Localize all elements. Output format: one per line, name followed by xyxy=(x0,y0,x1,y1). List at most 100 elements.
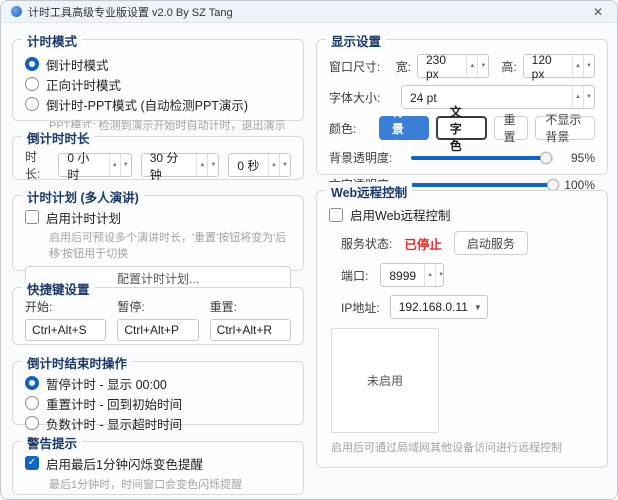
group-hotkeys: 快捷键设置 开始: 暂停: 重置: xyxy=(12,287,304,345)
text-color-button[interactable]: 文字色 xyxy=(436,116,488,140)
group-web-remote: Web远程控制 启用Web远程控制 服务状态: 已停止 启动服务 端口: 899… xyxy=(316,190,608,468)
pause-hotkey-input[interactable] xyxy=(117,319,198,341)
spin-down-icon[interactable]: ▼ xyxy=(207,154,218,176)
color-label: 颜色: xyxy=(329,120,372,137)
enable-web-remote-checkbox[interactable]: 启用Web远程控制 xyxy=(329,205,595,224)
checkbox-label: 启用Web远程控制 xyxy=(350,205,450,224)
height-stepper[interactable]: 120 px ▲▼ xyxy=(523,54,595,78)
radio-negative-at-end[interactable]: 负数计时 - 显示超时时间 xyxy=(25,413,291,433)
content-area: 计时模式 倒计时模式 正向计时模式 倒计时-PPT模式 (自动检测PPT演示) … xyxy=(1,23,617,500)
ip-address-value: 192.168.0.11 xyxy=(399,300,468,314)
radio-countdown-mode[interactable]: 倒计时模式 xyxy=(25,54,291,74)
app-icon xyxy=(11,6,22,17)
settings-window: 计时工具高级专业版设置 v2.0 By SZ Tang ✕ 计时模式 倒计时模式… xyxy=(0,0,618,500)
bg-color-button[interactable]: 背景色 xyxy=(379,116,429,140)
no-background-button[interactable]: 不显示背景 xyxy=(535,116,595,140)
seconds-stepper[interactable]: 0 秒 ▲▼ xyxy=(228,153,291,177)
window-size-label: 窗口尺寸: xyxy=(329,58,396,75)
enable-flash-checkbox[interactable]: 启用最后1分钟闪烁变色提醒 xyxy=(25,453,291,473)
radio-countup-mode[interactable]: 正向计时模式 xyxy=(25,74,291,94)
checkbox-icon[interactable] xyxy=(329,208,343,222)
close-icon[interactable]: ✕ xyxy=(589,5,607,19)
radio-pause-at-end[interactable]: 暂停计时 - 显示 00:00 xyxy=(25,373,291,393)
spin-down-icon[interactable]: ▼ xyxy=(279,154,290,176)
service-status-label: 服务状态: xyxy=(341,235,392,252)
hours-value: 0 小时 xyxy=(59,154,108,176)
text-opacity-slider[interactable] xyxy=(411,183,553,187)
warning-hint: 最后1分钟时，时间窗口会变色闪烁提醒 xyxy=(49,476,291,492)
group-title: 计时模式 xyxy=(22,31,82,50)
spin-down-icon[interactable]: ▼ xyxy=(435,264,446,286)
slider-thumb[interactable] xyxy=(547,179,559,191)
spin-down-icon[interactable]: ▼ xyxy=(583,55,594,77)
bg-opacity-slider[interactable] xyxy=(411,156,553,160)
right-column: 显示设置 窗口尺寸: 宽: 230 px ▲▼ 高: 120 px ▲▼ xyxy=(316,31,608,495)
bg-opacity-value: 95% xyxy=(557,151,595,165)
bg-opacity-label: 背景透明度: xyxy=(329,149,407,166)
radio-reset-at-end[interactable]: 重置计时 - 回到初始时间 xyxy=(25,393,291,413)
port-label: 端口: xyxy=(341,267,368,284)
spin-down-icon[interactable]: ▼ xyxy=(120,154,131,176)
slider-thumb[interactable] xyxy=(540,152,552,164)
group-title: 快捷键设置 xyxy=(22,279,95,298)
radio-ppt-mode[interactable]: 倒计时-PPT模式 (自动检测PPT演示) xyxy=(25,94,291,114)
spin-up-icon[interactable]: ▲ xyxy=(572,55,583,77)
ip-address-label: IP地址: xyxy=(341,299,380,316)
reset-hotkey-label: 重置: xyxy=(210,298,291,315)
group-title: 显示设置 xyxy=(326,31,386,50)
spin-up-icon[interactable]: ▲ xyxy=(196,154,207,176)
spin-up-icon[interactable]: ▲ xyxy=(109,154,120,176)
enable-plan-checkbox[interactable]: 启用计时计划 xyxy=(25,207,291,227)
group-warning: 警告提示 启用最后1分钟闪烁变色提醒 最后1分钟时，时间窗口会变色闪烁提醒 xyxy=(12,441,304,495)
group-countdown-duration: 倒计时时长 时长: 0 小时 ▲▼ 30 分钟 ▲▼ 0 秒 xyxy=(12,136,304,180)
spin-down-icon[interactable]: ▼ xyxy=(583,86,594,108)
radio-label: 暂停计时 - 显示 00:00 xyxy=(46,374,167,393)
group-timing-mode: 计时模式 倒计时模式 正向计时模式 倒计时-PPT模式 (自动检测PPT演示) … xyxy=(12,39,304,121)
port-stepper[interactable]: 8999 ▲▼ xyxy=(380,263,444,287)
left-column: 计时模式 倒计时模式 正向计时模式 倒计时-PPT模式 (自动检测PPT演示) … xyxy=(12,31,304,495)
start-service-button[interactable]: 启动服务 xyxy=(454,231,528,255)
spin-up-icon[interactable]: ▲ xyxy=(268,154,279,176)
qr-code-placeholder: 未启用 xyxy=(331,328,439,433)
duration-label: 时长: xyxy=(25,148,49,182)
reset-color-button[interactable]: 重置 xyxy=(494,116,528,140)
spin-up-icon[interactable]: ▲ xyxy=(424,264,435,286)
spin-up-icon[interactable]: ▲ xyxy=(572,86,583,108)
radio-icon[interactable] xyxy=(25,416,39,430)
pause-hotkey-label: 暂停: xyxy=(117,298,198,315)
radio-icon[interactable] xyxy=(25,376,39,390)
radio-icon[interactable] xyxy=(25,77,39,91)
spin-down-icon[interactable]: ▼ xyxy=(477,55,488,77)
start-hotkey-label: 开始: xyxy=(25,298,106,315)
group-timing-plan: 计时计划 (多人演讲) 启用计时计划 启用后可预设多个演讲时长，'重置'按钮将变… xyxy=(12,195,304,271)
radio-label: 正向计时模式 xyxy=(46,75,121,94)
window-title: 计时工具高级专业版设置 v2.0 By SZ Tang xyxy=(28,4,589,20)
font-size-label: 字体大小: xyxy=(329,89,401,106)
spin-up-icon[interactable]: ▲ xyxy=(466,55,477,77)
group-display-settings: 显示设置 窗口尺寸: 宽: 230 px ▲▼ 高: 120 px ▲▼ xyxy=(316,39,608,175)
qr-placeholder-text: 未启用 xyxy=(367,372,403,389)
checkbox-label: 启用计时计划 xyxy=(46,208,121,227)
checkbox-icon[interactable] xyxy=(25,456,39,470)
font-size-stepper[interactable]: 24 pt ▲▼ xyxy=(401,85,595,109)
radio-label: 负数计时 - 显示超时时间 xyxy=(46,414,182,433)
font-size-value: 24 pt xyxy=(402,86,572,108)
radio-label: 重置计时 - 回到初始时间 xyxy=(46,394,182,413)
web-remote-hint: 启用后可通过局域网其他设备访问进行远程控制 xyxy=(329,433,595,459)
width-label: 宽: xyxy=(396,58,411,75)
checkbox-icon[interactable] xyxy=(25,210,39,224)
radio-label: 倒计时-PPT模式 (自动检测PPT演示) xyxy=(46,95,248,114)
start-hotkey-input[interactable] xyxy=(25,319,106,341)
reset-hotkey-input[interactable] xyxy=(210,319,291,341)
group-title: 警告提示 xyxy=(22,433,82,452)
minutes-stepper[interactable]: 30 分钟 ▲▼ xyxy=(141,153,220,177)
radio-icon[interactable] xyxy=(25,57,39,71)
radio-icon[interactable] xyxy=(25,97,39,111)
radio-label: 倒计时模式 xyxy=(46,55,109,74)
checkbox-label: 启用最后1分钟闪烁变色提醒 xyxy=(46,454,203,473)
ip-address-select[interactable]: 192.168.0.11 ▼ xyxy=(390,295,488,319)
hours-stepper[interactable]: 0 小时 ▲▼ xyxy=(58,153,131,177)
group-title: 计时计划 (多人演讲) xyxy=(22,187,144,206)
width-stepper[interactable]: 230 px ▲▼ xyxy=(417,54,489,78)
radio-icon[interactable] xyxy=(25,396,39,410)
